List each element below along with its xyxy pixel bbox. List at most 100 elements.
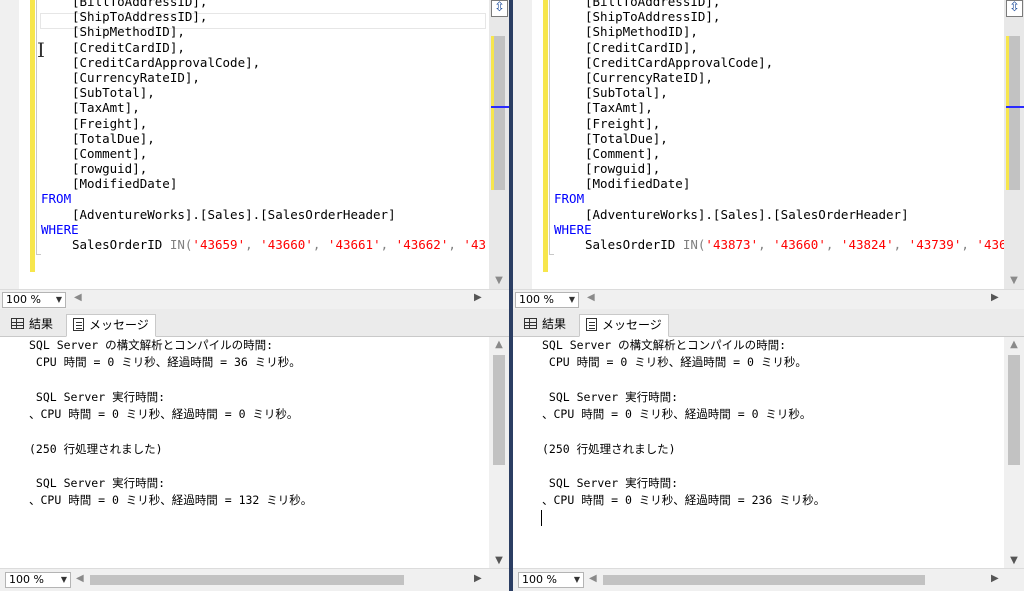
editor-scroll-thumb[interactable] [1008, 36, 1020, 190]
scroll-right-icon[interactable]: ▶ [474, 292, 482, 303]
code-line: [rowguid], [72, 161, 148, 177]
sql-code[interactable]: [BillToAddressID], [ShipToAddressID], [S… [554, 0, 1004, 272]
code-line: [ShipMethodID], [585, 24, 698, 40]
editor-vertical-scrollbar[interactable]: ⇳ ▼ [1004, 0, 1024, 289]
message-line: 、CPU 時間 = 0 ミリ秒、経過時間 = 0 ミリ秒。 [29, 407, 299, 421]
scroll-down-icon[interactable]: ▼ [1004, 275, 1024, 286]
change-marker [491, 36, 494, 190]
where-clause: SalesOrderID IN('43873', '43660', '43824… [554, 237, 1004, 252]
in-value: '43662' [395, 237, 449, 252]
editor-zoom-value: 100 % [519, 293, 554, 306]
grid-icon [524, 318, 537, 329]
scroll-right-icon[interactable]: ▶ [991, 573, 999, 584]
message-line: SQL Server 実行時間: [542, 389, 679, 404]
tab-messages-label: メッセージ [89, 318, 149, 332]
scroll-right-icon[interactable]: ▶ [474, 573, 482, 584]
messages-panel[interactable]: SQL Server の構文解析とコンパイルの時間: CPU 時間 = 0 ミリ… [513, 337, 1024, 568]
change-indicator-bar [30, 0, 35, 272]
scroll-up-icon[interactable]: ▲ [489, 339, 509, 350]
editor-zoom-select[interactable]: 100 % ▼ [515, 292, 579, 308]
scroll-down-icon[interactable]: ▼ [1004, 555, 1024, 566]
message-line [29, 423, 487, 440]
query-pane-left: [BillToAddressID], [ShipToAddressID], [S… [0, 0, 509, 591]
results-tab-strip: 結果 メッセージ [513, 309, 1024, 337]
tab-results-label: 結果 [542, 317, 567, 331]
in-value: '43739' [908, 237, 962, 252]
message-line: SQL Server 実行時間: [29, 389, 166, 404]
grid-icon [11, 318, 24, 329]
message-line: SQL Server の構文解析とコンパイルの時間: [29, 338, 274, 352]
tab-results[interactable]: 結果 [518, 314, 572, 337]
code-line: [Freight], [72, 115, 148, 131]
messages-panel[interactable]: SQL Server の構文解析とコンパイルの時間: CPU 時間 = 0 ミリ… [0, 337, 509, 568]
sql-code[interactable]: [BillToAddressID], [ShipToAddressID], [S… [41, 0, 489, 272]
scroll-up-icon[interactable]: ▲ [1004, 339, 1024, 350]
in-value: '43824' [840, 237, 894, 252]
code-line: [ShipMethodID], [72, 24, 185, 40]
outline-guide [549, 0, 550, 254]
in-value: '43873' [705, 237, 759, 252]
split-view-icon[interactable]: ⇳ [491, 0, 508, 17]
messages-vertical-scrollbar[interactable]: ▲ ▼ [1004, 337, 1024, 568]
where-clause: SalesOrderID IN('43659', '43660', '43661… [72, 237, 486, 252]
caret-position-marker [1006, 106, 1024, 108]
message-line: 、CPU 時間 = 0 ミリ秒、経過時間 = 236 ミリ秒。 [542, 493, 826, 508]
results-tab-strip: 結果 メッセージ [0, 309, 509, 337]
editor-status-bar: 100 % ▼ ◀ ▶ [513, 289, 1024, 309]
where-column: SalesOrderID [72, 237, 170, 252]
code-line: [CurrencyRateID], [72, 69, 200, 85]
change-indicator-bar [543, 0, 548, 272]
scroll-left-icon[interactable]: ◀ [589, 573, 597, 584]
code-line: [CreditCardID], [585, 39, 698, 55]
scroll-left-icon[interactable]: ◀ [74, 292, 82, 303]
scroll-right-icon[interactable]: ▶ [991, 292, 999, 303]
editor-status-bar: 100 % ▼ ◀ ▶ [0, 289, 509, 309]
where-keyword: WHERE [41, 221, 79, 237]
messages-horizontal-thumb[interactable] [603, 575, 925, 585]
message-line: (250 行処理されました) [29, 441, 163, 456]
message-line: SQL Server の構文解析とコンパイルの時間: [542, 338, 787, 352]
editor-zoom-value: 100 % [6, 293, 41, 306]
tab-messages[interactable]: メッセージ [579, 314, 669, 337]
in-value: '43 [463, 237, 486, 252]
scroll-left-icon[interactable]: ◀ [587, 292, 595, 303]
messages-zoom-select[interactable]: 100 % ▼ [5, 572, 71, 588]
sql-editor[interactable]: [BillToAddressID], [ShipToAddressID], [S… [513, 0, 1024, 289]
code-line: [BillToAddressID], [72, 0, 208, 9]
in-value: '436 [976, 237, 1004, 252]
code-line: [CreditCardID], [72, 39, 185, 55]
message-line: 、CPU 時間 = 0 ミリ秒、経過時間 = 0 ミリ秒。 [542, 407, 812, 421]
messages-scroll-thumb[interactable] [493, 355, 505, 465]
message-line [29, 372, 487, 389]
in-value: '43661' [327, 237, 381, 252]
scroll-left-icon[interactable]: ◀ [76, 573, 84, 584]
message-line [542, 458, 1002, 475]
split-view-icon[interactable]: ⇳ [1006, 0, 1023, 17]
message-line: 、CPU 時間 = 0 ミリ秒、経過時間 = 132 ミリ秒。 [29, 493, 313, 508]
messages-zoom-select[interactable]: 100 % ▼ [518, 572, 584, 588]
code-line: [TaxAmt], [72, 100, 140, 116]
messages-vertical-scrollbar[interactable]: ▲ ▼ [489, 337, 509, 568]
editor-gutter [513, 0, 532, 289]
message-line: (250 行処理されました) [542, 441, 676, 456]
tab-results[interactable]: 結果 [5, 314, 59, 337]
messages-text: SQL Server の構文解析とコンパイルの時間: CPU 時間 = 0 ミリ… [29, 337, 487, 510]
code-line: [ModifiedDate] [585, 176, 691, 192]
ibeam-cursor-icon: I [37, 38, 45, 62]
messages-scroll-thumb[interactable] [1008, 355, 1020, 465]
scroll-down-icon[interactable]: ▼ [489, 275, 509, 286]
editor-scroll-thumb[interactable] [493, 36, 505, 190]
tab-results-label: 結果 [29, 317, 54, 331]
sql-editor[interactable]: [BillToAddressID], [ShipToAddressID], [S… [0, 0, 509, 289]
change-marker [1006, 36, 1009, 190]
in-value: '43660' [773, 237, 826, 252]
query-pane-right: [BillToAddressID], [ShipToAddressID], [S… [513, 0, 1024, 591]
editor-vertical-scrollbar[interactable]: ⇳ ▼ [489, 0, 509, 289]
messages-horizontal-thumb[interactable] [90, 575, 404, 585]
message-icon [586, 318, 597, 331]
editor-zoom-select[interactable]: 100 % ▼ [2, 292, 66, 308]
scroll-down-icon[interactable]: ▼ [489, 555, 509, 566]
tab-messages[interactable]: メッセージ [66, 314, 156, 337]
message-line [542, 372, 1002, 389]
code-line: [ShipToAddressID], [72, 9, 208, 25]
